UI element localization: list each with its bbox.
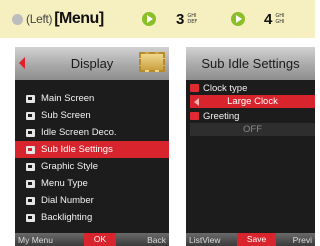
display-title: Display xyxy=(70,56,114,71)
sub-idle-settings-screen: Sub Idle Settings Clock type Large Clock… xyxy=(186,47,315,246)
next-step-arrow-icon xyxy=(231,12,245,26)
softkey-save[interactable]: Save xyxy=(236,233,277,246)
key-3-digit: 3 xyxy=(176,10,185,28)
menu-type-icon xyxy=(26,179,35,188)
step-arrow-1 xyxy=(142,0,156,38)
sub-idle-settings-icon xyxy=(26,145,35,154)
left-arrow-icon[interactable] xyxy=(194,98,199,106)
key-4-letters: GHI GHI xyxy=(275,13,285,25)
key-4-digit: 4 xyxy=(264,10,273,28)
menu-item-label: Sub Idle Settings xyxy=(41,144,113,155)
sub-screen-icon xyxy=(26,111,35,120)
menu-item-main-screen[interactable]: Main Screen xyxy=(15,90,169,107)
menu-item-label: Sub Screen xyxy=(41,110,91,121)
menu-item-menu-type[interactable]: Menu Type xyxy=(15,175,169,192)
clock-type-label-row: Clock type xyxy=(190,82,247,94)
menu-item-label: Main Screen xyxy=(41,93,95,104)
softkey-my-menu[interactable]: My Menu xyxy=(15,235,56,245)
display-title-bar: Display xyxy=(15,47,169,80)
greeting-selector[interactable]: OFF xyxy=(190,123,315,136)
menu-item-sub-idle-settings[interactable]: Sub Idle Settings xyxy=(15,141,169,158)
step-arrow-2 xyxy=(231,0,245,38)
menu-item-label: Graphic Style xyxy=(41,161,99,172)
menu-label: [Menu] xyxy=(54,10,104,27)
sub-idle-title: Sub Idle Settings xyxy=(201,56,300,71)
sub-idle-softkey-bar: ListView Save Previ xyxy=(186,233,315,246)
menu-item-sub-screen[interactable]: Sub Screen xyxy=(15,107,169,124)
display-menu-screen: Display Main Screen Sub Screen Idle Scre… xyxy=(15,47,169,246)
greeting-label-row: Greeting xyxy=(190,110,239,122)
left-softkey-icon xyxy=(12,13,23,25)
clock-type-value: Large Clock xyxy=(227,96,278,107)
menu-item-label: Dial Number xyxy=(41,195,94,206)
softkey-back[interactable]: Back xyxy=(144,235,169,245)
main-screen-icon xyxy=(26,94,35,103)
display-softkey-bar: My Menu OK Back xyxy=(15,233,169,246)
backlighting-icon xyxy=(26,213,35,222)
key-4-hint: 4 GHI GHI xyxy=(264,0,284,38)
softkey-listview[interactable]: ListView xyxy=(186,235,224,245)
title-left-arrow-icon[interactable] xyxy=(19,57,25,69)
greeting-label: Greeting xyxy=(203,110,240,122)
menu-item-dial-number[interactable]: Dial Number xyxy=(15,192,169,209)
softkey-ok[interactable]: OK xyxy=(83,233,117,246)
dial-number-icon xyxy=(26,196,35,205)
left-key-hint: (Left) [Menu] xyxy=(12,0,104,38)
menu-item-backlighting[interactable]: Backlighting xyxy=(15,209,169,226)
menu-item-label: Idle Screen Deco. xyxy=(41,127,117,138)
title-thumbnail-icon xyxy=(139,52,165,72)
menu-item-idle-screen-deco[interactable]: Idle Screen Deco. xyxy=(15,124,169,141)
graphic-style-icon xyxy=(26,162,35,171)
idle-screen-deco-icon xyxy=(26,128,35,137)
sub-idle-title-bar: Sub Idle Settings xyxy=(186,47,315,80)
greeting-icon xyxy=(190,112,199,120)
clock-type-icon xyxy=(190,84,199,92)
greeting-value: OFF xyxy=(243,124,262,135)
key-3-hint: 3 GHI DEF xyxy=(176,0,197,38)
instruction-bar: (Left) [Menu] 3 GHI DEF 4 GHI GHI xyxy=(0,0,315,38)
next-step-arrow-icon xyxy=(142,12,156,26)
menu-item-graphic-style[interactable]: Graphic Style xyxy=(15,158,169,175)
menu-item-label: Backlighting xyxy=(41,212,93,223)
softkey-preview[interactable]: Previ xyxy=(290,235,315,245)
left-label: (Left) xyxy=(26,12,53,26)
menu-item-label: Menu Type xyxy=(41,178,88,189)
display-menu-list: Main Screen Sub Screen Idle Screen Deco.… xyxy=(15,90,169,226)
clock-type-selector[interactable]: Large Clock xyxy=(190,95,315,108)
clock-type-label: Clock type xyxy=(203,82,248,94)
key-3-letters: GHI DEF xyxy=(187,13,198,25)
